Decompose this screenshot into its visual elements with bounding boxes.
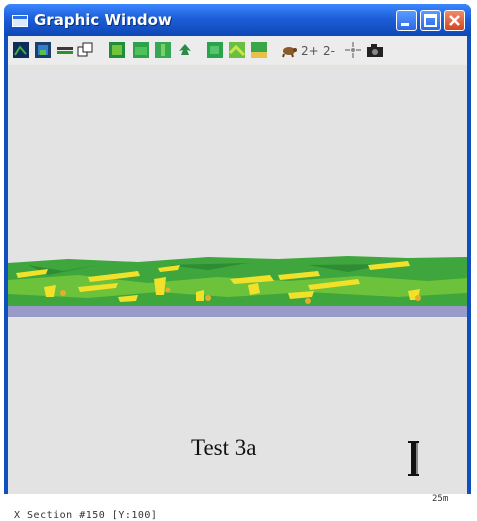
minimize-button[interactable]: [396, 10, 417, 31]
maximize-button[interactable]: [420, 10, 441, 31]
base-layer: [8, 305, 467, 317]
cross-section-view: [8, 256, 467, 476]
terrain-3-icon[interactable]: [154, 41, 172, 59]
copy-icon[interactable]: [76, 41, 94, 59]
status-text: X Section #150 [Y:100]: [14, 510, 158, 521]
layer-bar-icon[interactable]: [56, 41, 74, 59]
scale-bar: [408, 441, 419, 476]
svg-text:2-: 2-: [323, 44, 335, 58]
minimize-icon: [401, 23, 409, 26]
client-area: 2+ 2- Test 3a 25m X Section #150 [Y:100]: [8, 36, 467, 521]
turtle-icon[interactable]: [280, 41, 298, 59]
title-bar[interactable]: Graphic Window: [4, 4, 471, 36]
view-dark-1-icon[interactable]: [12, 41, 30, 59]
zoom-out-icon[interactable]: 2-: [322, 41, 340, 59]
scale-label: 25m: [432, 494, 449, 504]
terrain-2-icon[interactable]: [132, 41, 150, 59]
close-icon: [449, 15, 460, 26]
camera-icon[interactable]: [366, 41, 384, 59]
map-2-icon[interactable]: [228, 41, 246, 59]
window-icon: [12, 15, 28, 27]
terrain-1-icon[interactable]: [108, 41, 126, 59]
graphic-canvas[interactable]: Test 3a 25m X Section #150 [Y:100]: [8, 65, 467, 521]
tree-icon[interactable]: [176, 41, 194, 59]
maximize-icon: [424, 14, 437, 27]
graphic-window: Graphic Window 2+ 2- Test 3a 25m X Secti…: [4, 4, 471, 521]
close-button[interactable]: [444, 10, 465, 31]
toolbar: 2+ 2-: [8, 36, 467, 64]
window-title: Graphic Window: [34, 11, 172, 29]
map-1-icon[interactable]: [206, 41, 224, 59]
svg-text:2+: 2+: [301, 44, 318, 58]
view-dark-2-icon[interactable]: [34, 41, 52, 59]
zoom-in-icon[interactable]: 2+: [300, 41, 318, 59]
fit-view-icon[interactable]: [344, 41, 362, 59]
caption-text: Test 3a: [191, 435, 257, 460]
map-3-icon[interactable]: [250, 41, 268, 59]
